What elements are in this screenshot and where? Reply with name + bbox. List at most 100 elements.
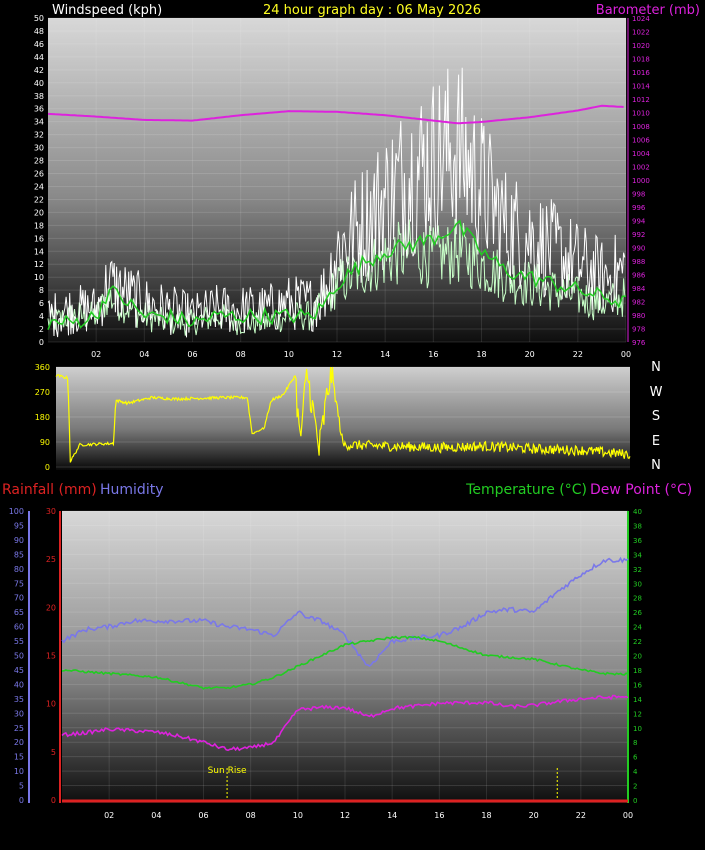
temperature-tick-label: 12 [633,710,642,718]
humidity-axis-ticks: 0 5 10 15 20 25 30 35 40 45 50 55 60 65 70 75 80 85 90 95 10… [9,507,24,805]
temperature-tick-label: 36 [633,537,642,545]
wind-time-tick-label: 16 [428,350,438,359]
barometer-tick-label: 984 [632,285,646,293]
humidity-tick-label: 15 [14,753,24,762]
humidity-tick-label: 90 [14,536,24,545]
wind-time-tick-label: 20 [525,350,535,359]
wind-axis-title: Windspeed (kph) [52,3,162,18]
temperature-humidity-panel: Rainfall (mm) Humidity Temperature (°C) … [2,482,692,820]
humidity-tick-label: 95 [14,521,24,530]
temperature-tick-label: 32 [633,566,642,574]
humidity-tick-label: 70 [14,594,24,603]
barometer-tick-label: 1014 [632,83,650,91]
temperature-tick-label: 38 [633,522,642,530]
humidity-tick-label: 80 [14,565,24,574]
temperature-time-tick-label: 16 [434,811,444,820]
wind-time-tick-label: 08 [236,350,246,359]
wind-tick-label: 12 [34,260,44,269]
rain-tick-label: 20 [46,603,56,612]
sun-marker-label: Sun Rise [208,766,247,776]
wind-tick-label: 30 [34,144,44,153]
compass-label-n-top: N [651,360,661,375]
direction-tick-label: 90 [40,438,50,447]
humidity-tick-label: 0 [19,796,24,805]
temperature-tick-label: 6 [633,754,638,762]
wind-tick-label: 38 [34,92,44,101]
barometer-tick-label: 1002 [632,164,650,172]
temperature-tick-label: 26 [633,609,642,617]
wind-tick-label: 22 [34,195,44,204]
dewpoint-axis-title: Dew Point (°C) [590,482,692,498]
barometer-tick-label: 996 [632,204,646,212]
humidity-tick-label: 30 [14,709,24,718]
wind-tick-label: 44 [34,53,44,62]
barometer-tick-label: 998 [632,191,645,199]
wind-time-tick-label: 10 [284,350,294,359]
temperature-time-tick-label: 12 [340,811,350,820]
barometer-tick-label: 1000 [632,177,650,185]
humidity-tick-label: 100 [9,507,24,516]
humidity-tick-label: 40 [14,680,24,689]
humidity-tick-label: 50 [14,652,24,661]
direction-tick-label: 180 [35,413,50,422]
temperature-tick-label: 18 [633,667,642,675]
temperature-time-tick-label: 10 [293,811,303,820]
wind-tick-label: 16 [34,234,44,243]
wind-tick-label: 10 [34,273,44,282]
wind-tick-label: 48 [34,27,44,36]
humidity-tick-label: 45 [14,666,24,675]
barometer-axis-ticks: 976 978 980 982 984 986 988 990 992 994 996 998 1000… [627,15,650,347]
wind-tick-label: 8 [39,286,44,295]
direction-tick-label: 360 [35,363,50,372]
barometer-tick-label: 1016 [632,69,650,77]
temperature-time-tick-label: 08 [246,811,256,820]
barometer-tick-label: 994 [632,218,646,226]
compass-label-e: E [652,434,660,449]
temperature-time-tick-label: 06 [198,811,208,820]
wind-direction-panel: 0 90 180 270 360 N W S E N [35,360,663,473]
wind-time-tick-label: 14 [380,350,390,359]
barometer-tick-label: 1012 [632,96,650,104]
temperature-tick-label: 4 [633,768,638,776]
humidity-axis-title: Humidity [100,482,163,498]
rain-tick-label: 10 [46,700,56,709]
temperature-tick-label: 8 [633,739,637,747]
temperature-tick-label: 40 [633,508,642,516]
wind-tick-label: 0 [39,338,44,347]
temperature-tick-label: 0 [633,797,637,805]
rain-tick-label: 5 [51,748,56,757]
wind-time-tick-label: 00 [621,350,631,359]
barometer-tick-label: 1006 [632,137,650,145]
humidity-tick-label: 5 [19,782,24,791]
barometer-tick-label: 1008 [632,123,650,131]
direction-plot-area [56,367,630,470]
temperature-time-tick-label: 18 [481,811,491,820]
temperature-tick-label: 34 [633,551,642,559]
wind-time-tick-label: 18 [476,350,486,359]
compass-label-s: S [652,409,660,424]
temperature-grid [62,510,629,801]
wind-tick-label: 46 [34,40,44,49]
wind-tick-label: 26 [34,170,44,179]
wind-barometer-panel: 0246810121416182022242628303234363840424… [34,3,700,359]
wind-tick-label: 50 [34,14,44,23]
barometer-tick-label: 992 [632,231,645,239]
barometer-tick-label: 1022 [632,29,650,37]
chart-title: 24 hour graph day : 06 May 2026 [263,3,481,18]
temperature-time-tick-label: 04 [151,811,161,820]
direction-axis-ticks: 0 90 180 270 360 [35,363,50,472]
wind-tick-label: 32 [34,131,44,140]
rain-tick-label: 30 [46,507,56,516]
barometer-tick-label: 1018 [632,56,650,64]
temperature-tick-label: 2 [633,783,637,791]
temperature-axis-title: Temperature (°C) [465,482,587,498]
temperature-time-tick-label: 00 [623,811,633,820]
humidity-tick-label: 75 [14,579,24,588]
wind-tick-label: 34 [34,118,44,127]
humidity-tick-label: 10 [14,767,24,776]
wind-axis-ticks: 0246810121416182022242628303234363840424… [34,14,44,347]
temperature-tick-label: 14 [633,696,642,704]
temperature-time-tick-label: 20 [529,811,539,820]
wind-tick-label: 4 [39,312,44,321]
wind-tick-label: 2 [39,325,44,334]
